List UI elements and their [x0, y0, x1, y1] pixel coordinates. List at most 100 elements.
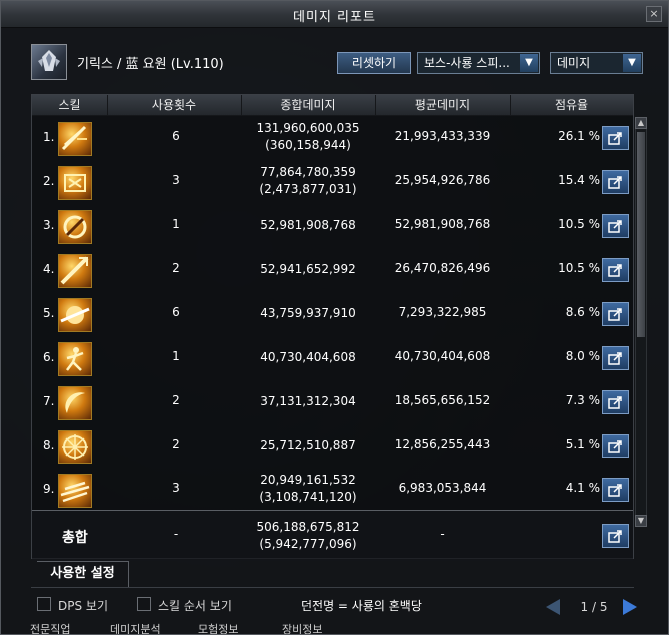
- column-header-uses[interactable]: 사용횟수: [107, 95, 242, 115]
- table-row[interactable]: 3. 1 52,981,908,768 52,981,908,768 10.5 %: [32, 205, 633, 249]
- row-total-damage-value: 43,759,937,910: [260, 306, 356, 320]
- table-scrollbar[interactable]: ▲ ▼: [635, 117, 647, 527]
- share-icon: [608, 176, 622, 189]
- chevron-down-icon[interactable]: ▼: [520, 54, 538, 72]
- bottom-tab-0[interactable]: 전문직업: [30, 621, 70, 634]
- chevron-down-icon[interactable]: ▼: [623, 54, 641, 72]
- table-row[interactable]: 7. 2 37,131,312,304 18,565,656,152 7.3 %: [32, 381, 633, 425]
- scroll-up-icon[interactable]: ▲: [635, 117, 647, 129]
- reset-button[interactable]: 리셋하기: [337, 52, 411, 74]
- total-label: 총합: [62, 530, 88, 546]
- character-name: 기릭스 / 蓝 요원 (Lv.110): [77, 57, 224, 72]
- share-button[interactable]: [602, 170, 629, 194]
- bottom-tab-2[interactable]: 모험정보: [198, 621, 238, 634]
- column-header-average-damage[interactable]: 평균데미지: [375, 95, 511, 115]
- spear-thrust-skill-icon[interactable]: [58, 254, 92, 288]
- row-total-damage: 52,981,908,768: [241, 217, 375, 234]
- skill-order-checkbox[interactable]: [137, 597, 151, 611]
- table-row[interactable]: 4. 2 52,941,652,992 26,470,826,496 10.5 %: [32, 249, 633, 293]
- bottom-tab-3[interactable]: 장비정보: [282, 621, 322, 634]
- row-total-damage: 40,730,404,608: [241, 349, 375, 366]
- used-settings-tab[interactable]: 사용한 설정: [37, 561, 129, 587]
- light-streak-skill-icon[interactable]: [58, 474, 92, 508]
- row-uses: 2: [172, 393, 180, 407]
- row-total-damage: 43,759,937,910: [241, 305, 375, 322]
- row-total-damage: 52,941,652,992: [241, 261, 375, 278]
- row-rank: 5.: [43, 306, 55, 320]
- row-uses: 2: [172, 437, 180, 451]
- page-next-icon[interactable]: [623, 599, 637, 615]
- dps-view-label[interactable]: DPS 보기: [58, 597, 108, 614]
- sword-slash-skill-icon[interactable]: [58, 122, 92, 156]
- window-titlebar[interactable]: 데미지 리포트 ×: [1, 1, 668, 28]
- row-rank: 3.: [43, 218, 55, 232]
- warrior-leap-skill-icon[interactable]: [58, 342, 92, 376]
- row-average-damage: 18,565,656,152: [394, 393, 491, 407]
- sun-wheel-skill-icon[interactable]: [58, 430, 92, 464]
- table-row[interactable]: 9. 3 20,949,161,532 (3,108,741,120) 6,983,05…: [32, 469, 633, 513]
- share-button[interactable]: [602, 478, 629, 502]
- row-rank: 9.: [43, 482, 55, 496]
- calligraphy-burst-skill-icon[interactable]: [58, 166, 92, 200]
- row-rank: 4.: [43, 262, 55, 276]
- row-total-damage-value: 52,941,652,992: [260, 262, 356, 276]
- column-header-total-damage[interactable]: 종합데미지: [241, 95, 376, 115]
- share-button[interactable]: [602, 524, 629, 548]
- share-button[interactable]: [602, 214, 629, 238]
- metric-select[interactable]: 데미지 ▼: [550, 52, 643, 74]
- row-total-damage-value: 52,981,908,768: [260, 218, 356, 232]
- total-damage-value: 506,188,675,812: [256, 520, 360, 534]
- row-uses: 1: [172, 217, 180, 231]
- orb-slash-skill-icon[interactable]: [58, 298, 92, 332]
- table-row[interactable]: 8. 2 25,712,510,887 12,856,255,443 5.1 %: [32, 425, 633, 469]
- scroll-down-icon[interactable]: ▼: [635, 515, 647, 527]
- scroll-thumb[interactable]: [637, 132, 645, 337]
- row-average-damage: 21,993,433,339: [394, 129, 491, 143]
- row-uses: 6: [172, 305, 180, 319]
- page-prev-icon[interactable]: [546, 599, 560, 615]
- row-average-damage: 6,983,053,844: [398, 481, 487, 495]
- table-row[interactable]: 5. 6 43,759,937,910 7,293,322,985 8.6 %: [32, 293, 633, 337]
- row-share-percent: 5.1 %: [565, 437, 600, 451]
- total-row: 총합 - 506,188,675,812 (5,942,777,096) -: [32, 510, 633, 561]
- share-button[interactable]: [602, 390, 629, 414]
- row-average-damage: 25,954,926,786: [394, 173, 491, 187]
- share-button[interactable]: [602, 126, 629, 150]
- total-damage-cell: 506,188,675,812 (5,942,777,096): [241, 519, 375, 553]
- share-icon: [608, 396, 622, 409]
- share-button[interactable]: [602, 302, 629, 326]
- share-button[interactable]: [602, 258, 629, 282]
- share-icon: [608, 220, 622, 233]
- row-uses: 6: [172, 129, 180, 143]
- dps-view-checkbox[interactable]: [37, 597, 51, 611]
- row-total-damage: 131,960,600,035 (360,158,944): [241, 120, 375, 154]
- column-header-share[interactable]: 점유율: [510, 95, 633, 115]
- skill-order-label[interactable]: 스킬 순서 보기: [158, 597, 232, 614]
- share-icon: [608, 484, 622, 497]
- share-button[interactable]: [602, 434, 629, 458]
- row-average-damage: 26,470,826,496: [394, 261, 491, 275]
- row-total-damage-value: 131,960,600,035: [256, 121, 360, 135]
- row-rank: 2.: [43, 174, 55, 188]
- row-total-damage-sub-value: (360,158,944): [265, 138, 351, 152]
- bottom-tabs: 전문직업 데미지분석 모험정보 장비정보: [0, 620, 667, 634]
- share-icon: [608, 352, 622, 365]
- row-share-percent: 26.1 %: [558, 129, 600, 143]
- table-row[interactable]: 1. 6 131,960,600,035 (360,158,944) 21,993,43…: [32, 117, 633, 161]
- row-share-percent: 10.5 %: [558, 217, 600, 231]
- boss-select[interactable]: 보스-사룡 스피... ▼: [417, 52, 540, 74]
- crescent-blade-skill-icon[interactable]: [58, 386, 92, 420]
- table-row[interactable]: 6. 1 40,730,404,608 40,730,404,608 8.0 %: [32, 337, 633, 381]
- share-button[interactable]: [602, 346, 629, 370]
- close-button[interactable]: ×: [646, 6, 662, 22]
- row-uses: 3: [172, 481, 180, 495]
- bottom-tab-1[interactable]: 데미지분석: [110, 621, 161, 634]
- fire-ring-skill-icon[interactable]: [58, 210, 92, 244]
- table-row[interactable]: 2. 3 77,864,780,359 (2,473,877,031) 25,954,9…: [32, 161, 633, 205]
- damage-report-window: 데미지 리포트 × 기릭스 / 蓝 요원 (Lv.110) 리셋하기 보스-사룡…: [0, 0, 669, 635]
- share-icon: [608, 308, 622, 321]
- row-rank: 6.: [43, 350, 55, 364]
- column-header-skill[interactable]: 스킬: [32, 95, 108, 115]
- share-icon: [608, 264, 622, 277]
- share-icon: [608, 530, 622, 543]
